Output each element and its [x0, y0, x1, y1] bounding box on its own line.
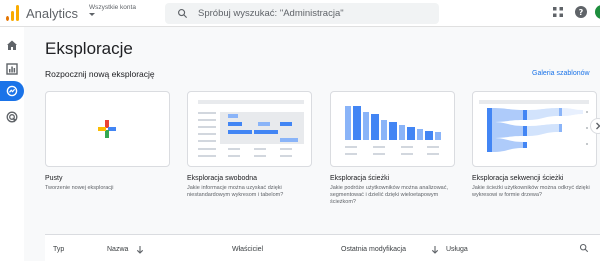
section-title: Rozpocznij nową eksplorację [45, 69, 155, 79]
caret-down-icon[interactable] [89, 13, 95, 16]
home-icon [7, 40, 17, 50]
card-title: Pusty [45, 175, 63, 182]
card-title: Eksploracja ścieżki [330, 175, 390, 182]
sort-arrow-icon[interactable] [431, 245, 439, 254]
nav-item-advertising[interactable] [0, 107, 24, 127]
card-description: Jakie ścieżki użytkowników można odkryć … [472, 185, 590, 198]
advertising-icon [6, 111, 18, 123]
column-header-name[interactable]: Nazwa [107, 246, 128, 253]
analytics-logo-icon[interactable] [6, 5, 20, 21]
column-header-owner[interactable]: Właściciel [232, 246, 263, 253]
card-funnel[interactable] [330, 91, 455, 167]
search-icon [178, 9, 188, 19]
nav-item-reports[interactable] [0, 59, 24, 79]
app-brand: Analytics [26, 6, 79, 21]
card-path[interactable] [472, 91, 597, 167]
plus-icon [98, 120, 116, 138]
card-description: Tworzenie nowej eksploracji [45, 185, 114, 191]
nav-item-explore[interactable] [0, 81, 24, 101]
column-header-property[interactable]: Usługa [446, 246, 468, 253]
funnel-thumbnail [345, 106, 441, 155]
svg-text:?: ? [579, 8, 584, 17]
page-title: Eksploracje [45, 39, 133, 58]
left-nav [0, 27, 24, 261]
sort-arrow-icon[interactable] [136, 245, 144, 254]
card-title: Eksploracja swobodna [187, 175, 258, 182]
account-selector-label[interactable]: Wszystkie konta [89, 4, 136, 11]
card-description: Jakie informacje można uzyskać dzięki ni… [187, 185, 284, 198]
help-icon[interactable]: ? [574, 5, 588, 19]
next-templates-button[interactable] [590, 118, 600, 134]
column-header-type[interactable]: Typ [53, 246, 64, 253]
path-thumbnail [479, 100, 589, 152]
main-content: Eksploracje Rozpocznij nową eksplorację … [24, 27, 600, 261]
card-description: Jakie podróże użytkowników można analizo… [330, 185, 449, 205]
avatar[interactable] [595, 5, 600, 19]
top-bar: Analytics Wszystkie konta Spróbuj wyszuk… [0, 0, 600, 27]
card-blank[interactable] [45, 91, 170, 167]
explore-icon [6, 85, 18, 97]
card-title: Eksploracja sekwencji ścieżki [472, 175, 564, 182]
explorations-table: Typ Nazwa Właściciel Ostatnia modyfikacj… [45, 234, 600, 261]
search-placeholder: Spróbuj wyszukać: "Administracja" [198, 8, 344, 19]
search-bar[interactable]: Spróbuj wyszukać: "Administracja" [165, 3, 439, 24]
chevron-right-icon [596, 122, 600, 130]
apps-grid-icon[interactable] [551, 5, 565, 19]
search-icon[interactable] [579, 243, 589, 253]
free-form-thumbnail [198, 100, 304, 157]
column-header-last-modified[interactable]: Ostatnia modyfikacja [341, 246, 406, 253]
reports-icon [6, 63, 18, 75]
card-free-form[interactable] [187, 91, 312, 167]
nav-item-home[interactable] [0, 35, 24, 55]
template-gallery-link[interactable]: Galeria szablonów [532, 70, 590, 77]
